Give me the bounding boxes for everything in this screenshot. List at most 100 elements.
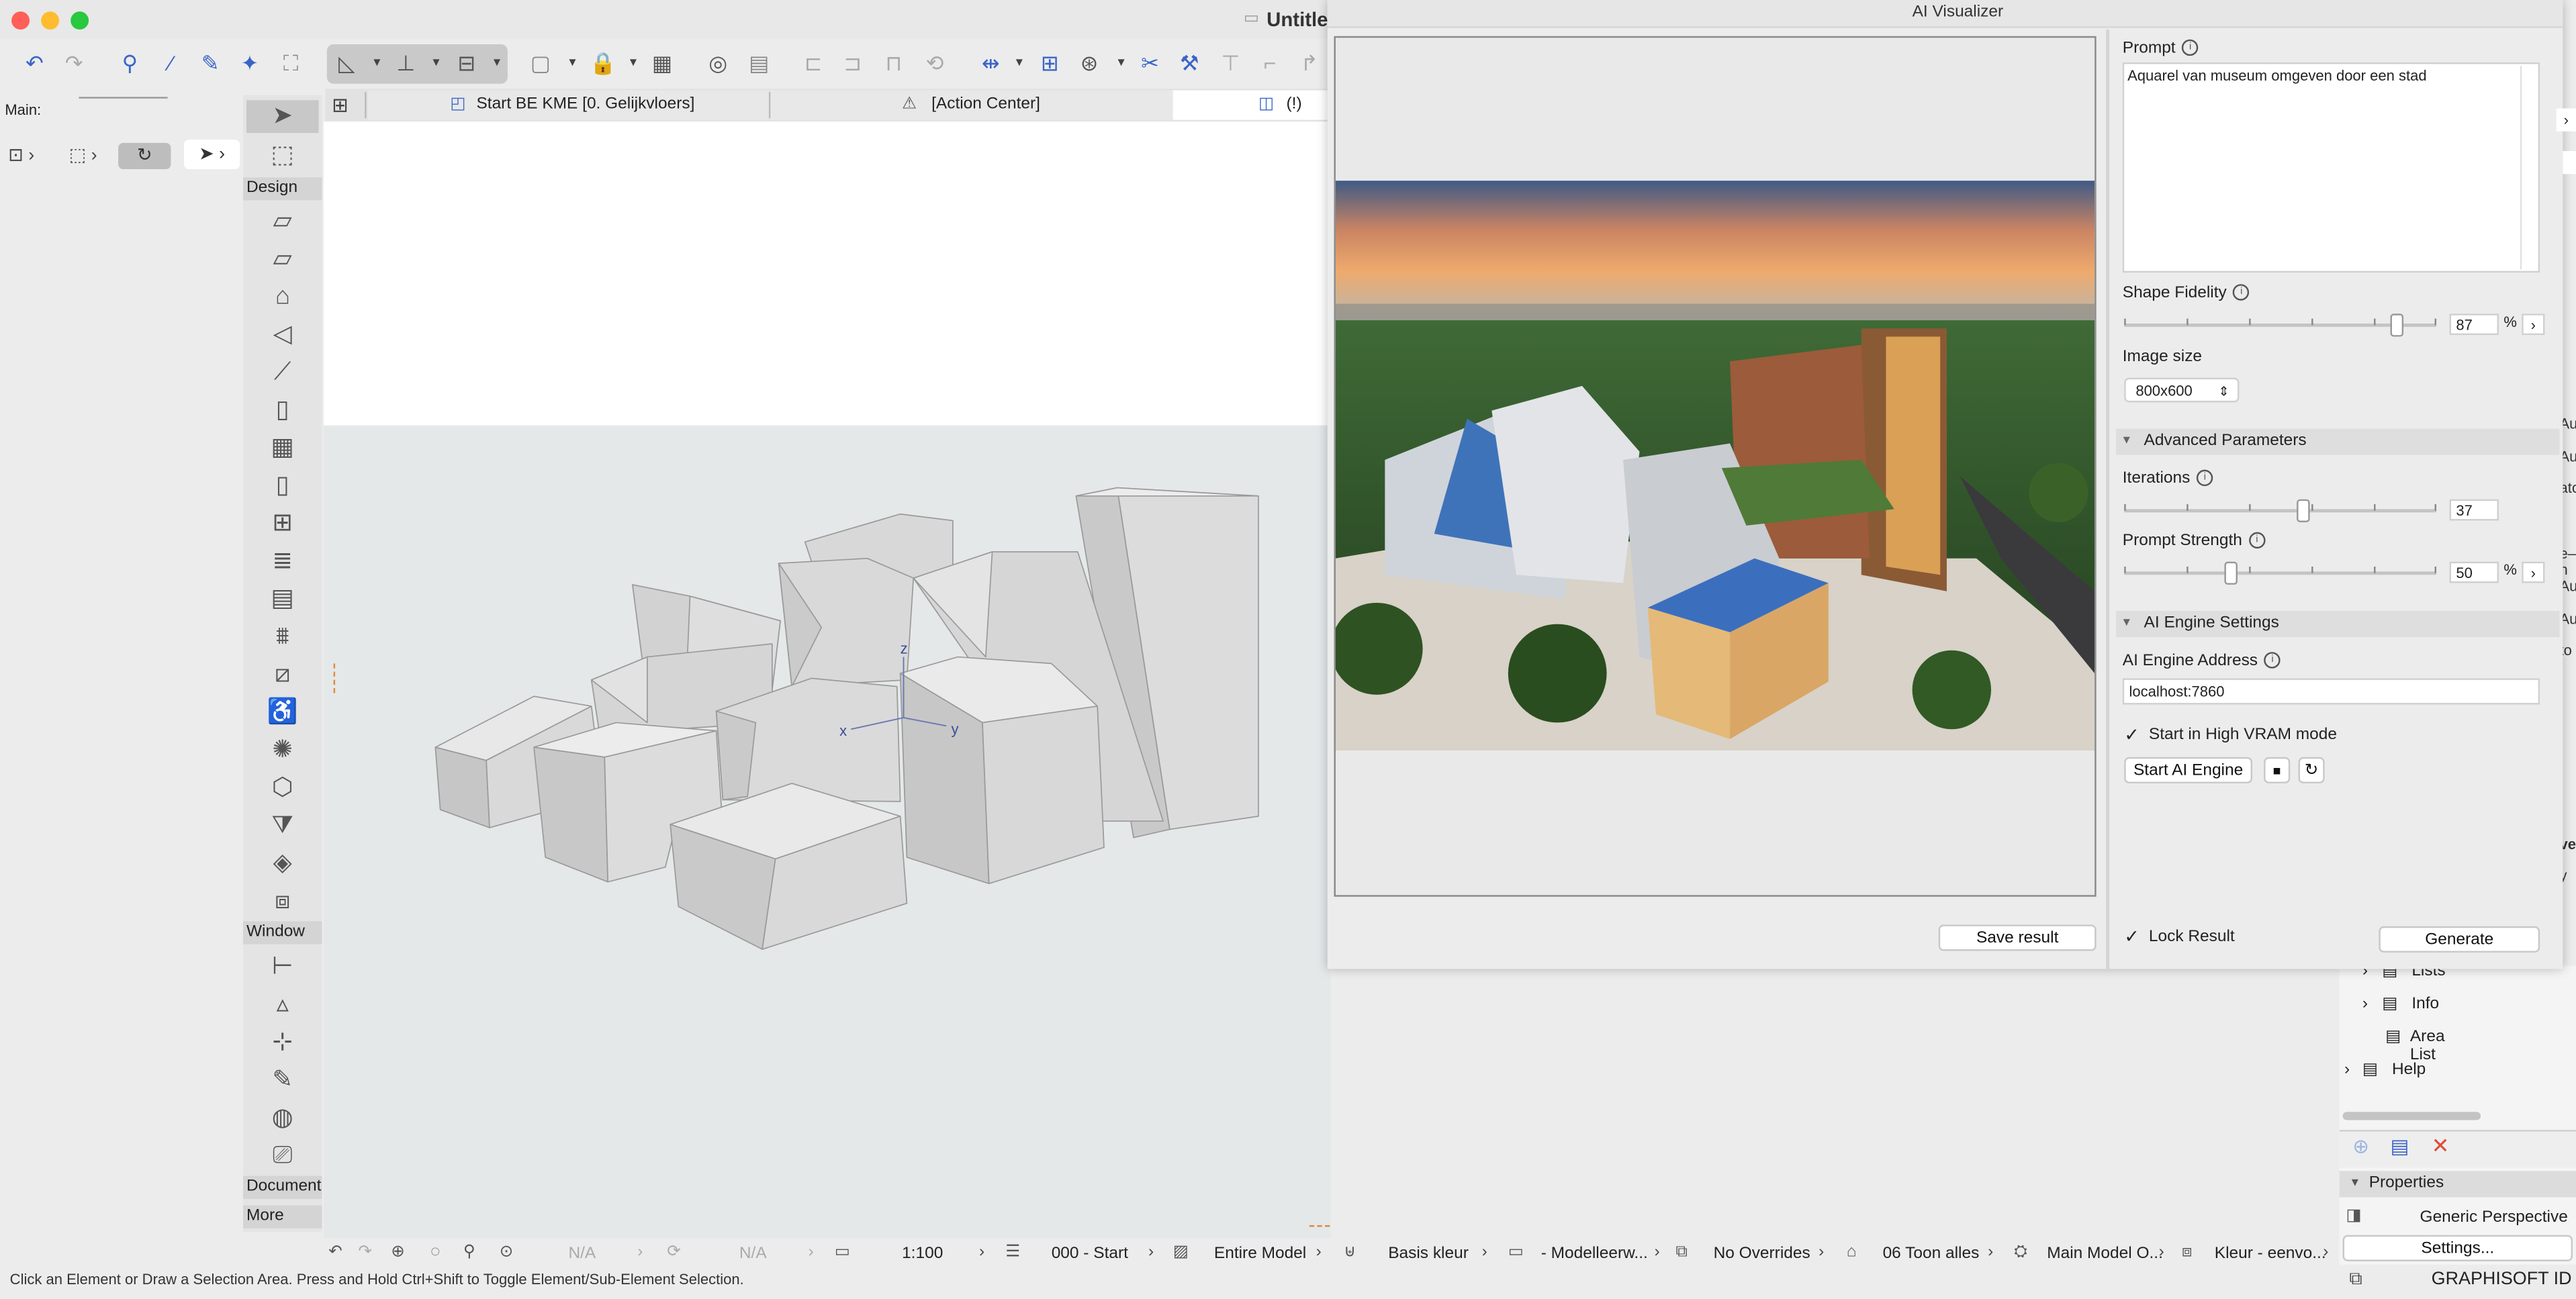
layer-combination-icon[interactable]: ▭ [1508,1243,1524,1261]
section-design[interactable]: Design [243,177,322,201]
column-tool-icon[interactable]: ▯ [260,394,306,427]
pen-sets-icon[interactable]: ▤ [744,49,774,79]
chevron-right-icon[interactable]: › [1988,1243,1993,1261]
morph-tool-icon[interactable]: ⧩ [260,810,306,843]
roof-tool-icon[interactable]: ⌂ [260,281,306,314]
story-icon[interactable]: ☰ [1005,1243,1020,1261]
status-layer[interactable]: - Modelleerw... [1541,1243,1648,1266]
refresh-engine-button[interactable]: ↻ [2298,757,2325,783]
suspend-groups-icon[interactable]: ⛶ [276,49,306,79]
status-overrides[interactable]: No Overrides [1714,1243,1810,1266]
advanced-parameters-header[interactable]: ▼ Advanced Parameters [2115,428,2560,455]
prompt-scrollbar[interactable] [2520,65,2522,270]
shape-fidelity-slider[interactable] [2124,314,2437,337]
camera-tool-icon[interactable]: ⎚ [260,1140,306,1173]
shape-fidelity-input[interactable]: 87 [2449,314,2499,336]
start-ai-engine-button[interactable]: Start AI Engine [2124,757,2253,783]
prompt-strength-knob[interactable] [2224,561,2238,585]
eyedropper-icon[interactable]: ⁄ [156,49,185,79]
window-icon[interactable]: ⧉ [2349,1269,2362,1291]
status-model[interactable]: Entire Model [1214,1243,1306,1266]
chevron-right-icon[interactable]: › [1316,1243,1322,1261]
inject-icon[interactable]: ✎ [195,49,225,79]
scale-icon[interactable]: ▭ [835,1243,850,1261]
skylight-tool-icon[interactable]: ◈ [260,847,306,880]
snap-points-icon[interactable]: ⊟ [452,49,481,79]
beam-tool-icon[interactable]: ⟋ [260,356,306,389]
prompt-strength-stepper[interactable]: › [2522,561,2545,583]
label-tool-icon[interactable]: ◍ [260,1102,306,1135]
info-icon[interactable]: i [2182,40,2199,57]
redo-icon[interactable]: ↷ [59,49,89,79]
info-icon[interactable]: i [2248,532,2266,549]
chevron-right-icon[interactable]: › [2159,1243,2164,1261]
mirror-icon[interactable]: ⇹ [976,49,1005,79]
chevron-right-icon[interactable]: › [1148,1243,1154,1261]
prompt-strength-input[interactable]: 50 [2449,561,2499,583]
shape-fidelity-knob[interactable] [2390,314,2404,337]
info-icon[interactable]: i [2197,470,2213,487]
generate-button[interactable]: Generate [2379,926,2540,953]
chevron-right-icon[interactable]: › [1819,1243,1824,1261]
zoom-icon[interactable]: ⊕ [391,1243,405,1261]
status-color[interactable]: Kleur - eenvo... [2215,1243,2326,1266]
rotate-view-icon[interactable]: ↻ [118,142,171,169]
status-scale[interactable]: 1:100 [902,1243,943,1266]
chevron-right-icon[interactable]: › [979,1243,984,1261]
window-minimize-button[interactable] [41,11,60,30]
shell-tool-icon[interactable]: ◁ [260,319,306,352]
marquee-icon[interactable]: ⬚ › [69,144,97,166]
tab-floor-plan[interactable]: ◰ Start BE KME [0. Gelijkvloers] [367,90,769,120]
redo-view-icon[interactable]: ↷ [358,1243,372,1261]
undo-icon[interactable]: ↶ [19,49,49,79]
ai-engine-settings-header[interactable]: ▼ AI Engine Settings [2115,611,2560,638]
curtain-wall-tool-icon[interactable]: ▦ [260,432,306,465]
find-select-icon[interactable]: ⚲ [115,49,144,79]
chevron-down-icon[interactable]: ▼ [371,58,383,69]
high-vram-checkbox[interactable]: ✓ [2124,727,2142,746]
iterations-input[interactable]: 37 [2449,499,2499,521]
section-more[interactable]: More [243,1205,322,1229]
window-close-button[interactable] [11,11,30,30]
rotate-angle-icon[interactable]: ⟳ [667,1243,681,1261]
tab-action-center[interactable]: ⚠ [Action Center] [770,90,1173,120]
align-icon[interactable]: ⊏ [798,49,828,79]
split-icon[interactable]: ✂ [1135,49,1164,79]
bottom-edge-handle[interactable] [1309,1225,1331,1229]
status-story[interactable]: 000 - Start [1052,1243,1128,1266]
elevation-icon[interactable]: ⊓ [879,49,909,79]
navigator-scrollbar[interactable] [2342,1112,2481,1120]
dimension-standard-icon[interactable]: ⧈ [2182,1243,2193,1261]
3d-model[interactable] [324,122,1331,1239]
chair-tool-icon[interactable]: ♿ [260,696,306,729]
chevron-right-icon[interactable]: › [1655,1243,1660,1261]
tab-3d[interactable]: ◫ (!) Sta [1172,90,1331,143]
stair-tool-icon[interactable]: ≣ [260,545,306,578]
lock-icon[interactable]: 🔒 [588,49,618,79]
walk-icon[interactable]: ⚲ [463,1243,475,1261]
collapsed-panel-toggle[interactable]: › [2556,108,2576,132]
viewport[interactable]: z x y [323,122,1331,1239]
window-tool-icon[interactable]: ⊞ [260,508,306,540]
info-icon[interactable]: i [2233,285,2250,301]
lamp-tool-icon[interactable]: ✺ [260,734,306,767]
graphic-override-icon[interactable]: ⧉ [1675,1243,1687,1261]
chevron-down-icon[interactable]: ▼ [567,58,578,69]
distribute-icon[interactable]: ⊐ [838,49,868,79]
railing-tool-icon[interactable]: ⩩ [260,621,306,654]
stop-engine-button[interactable]: ■ [2264,757,2291,783]
pen-icon[interactable]: ⊎ [1344,1243,1356,1261]
image-size-select[interactable]: 800x600 ⇕ [2124,377,2240,403]
curve-icon[interactable]: ↱ [1295,49,1324,79]
elevation-marker-tool-icon[interactable]: ⊹ [260,1026,306,1059]
chevron-down-icon[interactable]: ▼ [628,58,639,69]
model-filter-icon[interactable]: ▨ [1173,1243,1189,1261]
settings-button[interactable]: Settings... [2342,1235,2573,1261]
iterations-slider[interactable] [2124,499,2437,522]
fit-icon[interactable]: ⊙ [500,1243,514,1261]
marquee-tool-icon[interactable]: ⬚ [260,140,306,173]
floor-plan-cut-icon[interactable]: ▦ [647,49,677,79]
section-document[interactable]: Document [243,1175,322,1199]
layout-icon[interactable]: ▢ [526,49,555,79]
adjust-icon[interactable]: ⚒ [1175,49,1204,79]
